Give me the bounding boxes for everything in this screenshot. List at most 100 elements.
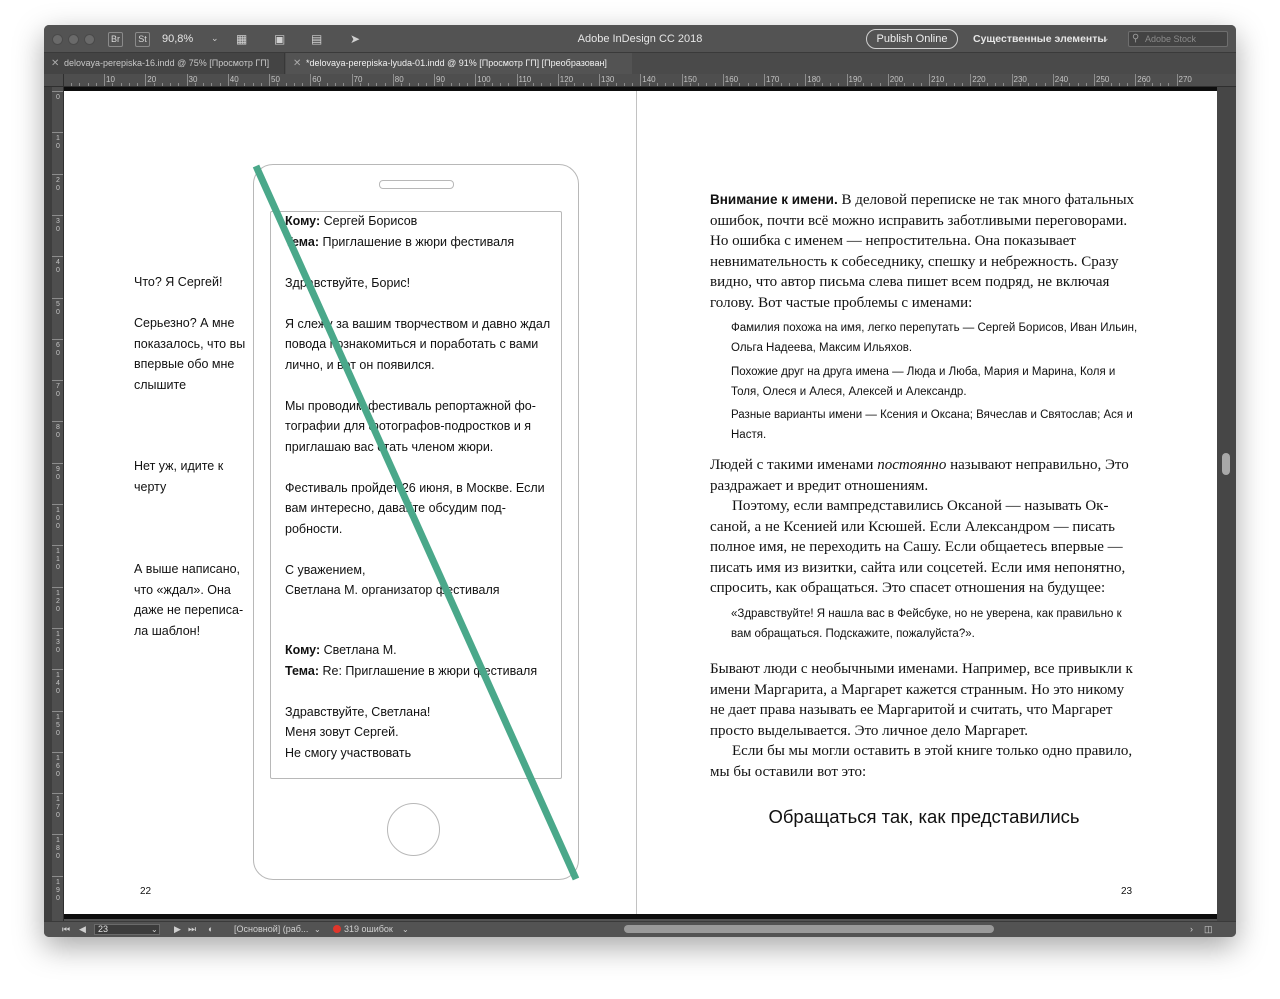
- email-signature: С уважением,: [285, 562, 366, 577]
- ruler-label: 90: [436, 75, 445, 84]
- subject-label: Тема:: [285, 234, 319, 249]
- email-paragraph: Я слежу за вашим творчеством и давно жда…: [285, 316, 551, 372]
- ruler-label: 60: [312, 75, 322, 84]
- ruler-tick: [434, 74, 435, 86]
- ruler-tick: [681, 74, 683, 86]
- list-item[interactable]: Похожие друг на друга имена — Люда и Люб…: [731, 363, 1139, 402]
- paragraph-body[interactable]: Людей с такими именами постоянно называю…: [710, 455, 1138, 599]
- vertical-ruler[interactable]: 0 10 20 30 40 50 60 70 80 90 100 110 120 130 140 150 160…: [52, 87, 64, 921]
- ruler-tick: [1052, 74, 1054, 86]
- preflight-icon[interactable]: ◐: [208, 922, 213, 937]
- ruler-label: 70: [353, 75, 363, 84]
- ruler-tick: [52, 627, 63, 629]
- ruler-label: 30: [188, 75, 198, 84]
- next-page-icon[interactable]: ▶: [174, 922, 181, 937]
- ruler-tick: [52, 751, 63, 753]
- scroll-right-icon[interactable]: ›: [1190, 922, 1193, 937]
- master-page-label[interactable]: [Основной] (раб...: [234, 922, 308, 937]
- preflight-errors[interactable]: 319 ошибок: [333, 922, 393, 937]
- last-page-icon[interactable]: ⏭: [188, 922, 196, 937]
- chevron-down-icon[interactable]: ⌄: [314, 922, 321, 937]
- ruler-tick: [186, 74, 188, 86]
- paragraph-body[interactable]: Бывают люди с необычными именами. Наприм…: [710, 659, 1138, 782]
- scrollbar-thumb[interactable]: [1222, 453, 1230, 475]
- tab-document-2[interactable]: ✕ *delovaya-perepiska-lyuda-01.indd @ 91…: [286, 53, 632, 74]
- ruler-tick: [52, 380, 63, 382]
- vertical-scrollbar[interactable]: [1217, 87, 1236, 921]
- side-note[interactable]: Серьезно? А мне показалось, что вы вперв…: [134, 313, 264, 395]
- ruler-tick: [1011, 74, 1013, 86]
- ruler-tick: [52, 256, 63, 258]
- ruler-label: 80: [56, 424, 60, 440]
- chevron-down-icon[interactable]: ⌄: [151, 922, 158, 937]
- page-number-right: 23: [1121, 886, 1133, 897]
- ruler-tick: [1135, 74, 1137, 86]
- ruler-corner[interactable]: [44, 74, 64, 87]
- ruler-tick: [764, 74, 765, 86]
- publish-online-button[interactable]: Publish Online: [866, 29, 958, 49]
- main-rule[interactable]: Обращаться так, как представились: [710, 806, 1138, 828]
- ruler-tick: [805, 74, 807, 86]
- ruler-tick: [929, 74, 930, 86]
- email-line: Не смогу участвовать: [285, 745, 412, 760]
- paragraph-text: Если бы мы могли оставить в этой книге т…: [710, 743, 1133, 780]
- workspace-switcher[interactable]: Существенные элементы: [973, 25, 1106, 53]
- ruler-label: 160: [56, 754, 60, 778]
- spread[interactable]: Что? Я Сергей! Серьезно? А мне показалос…: [64, 87, 1217, 919]
- page-number-left: 22: [140, 886, 152, 897]
- ruler-label: 190: [56, 878, 60, 902]
- list-item[interactable]: Фамилия похожа на имя, легко перепутать …: [731, 319, 1139, 358]
- ruler-label: 30: [56, 217, 60, 233]
- email-signature: Светлана М. организатор фестиваля: [285, 583, 500, 597]
- paragraph-text: Людей с такими именами: [710, 457, 878, 473]
- ruler-tick: [52, 586, 63, 588]
- ruler-tick: [310, 74, 312, 86]
- split-view-icon[interactable]: ◫: [1204, 922, 1213, 937]
- document-tabs: ✕ delovaya-perepiska-16.indd @ 75% [Прос…: [44, 53, 1236, 74]
- ruler-tick: [599, 74, 600, 86]
- close-icon[interactable]: ✕: [51, 53, 59, 74]
- ruler-label: 170: [56, 796, 60, 820]
- error-dot-icon: [333, 925, 341, 933]
- emphasis-text: постоянно: [877, 457, 947, 473]
- side-note[interactable]: Нет уж, идите к черту: [134, 456, 234, 497]
- stock-search-placeholder: Adobe Stock: [1145, 34, 1197, 44]
- subject-value: Re: Приглашение в жюри фестиваля: [319, 663, 538, 678]
- search-icon: ⚲: [1132, 33, 1140, 44]
- ruler-tick: [351, 74, 353, 86]
- subject-label: Тема:: [285, 663, 319, 678]
- quote-example[interactable]: «Здравствуйте! Я нашла вас в Фейсбуке, н…: [731, 605, 1139, 644]
- paragraph-text: Поэтому, если вампредставились Оксаной —…: [710, 498, 1126, 596]
- ruler-tick: [970, 74, 972, 86]
- email-line: Меня зовут Сергей.: [285, 725, 399, 739]
- stock-search-input[interactable]: Adobe Stock: [1128, 31, 1228, 47]
- side-note[interactable]: Что? Я Сергей!: [134, 272, 264, 293]
- previous-page-icon[interactable]: ◀: [79, 922, 86, 937]
- close-icon[interactable]: ✕: [293, 53, 301, 74]
- horizontal-scrollbar-thumb[interactable]: [624, 925, 994, 933]
- ruler-label: 50: [271, 75, 280, 84]
- horizontal-ruler[interactable]: 10 20 30 40 50 60 70 80 90 100 110 120 130 140 150 160 1…: [64, 74, 1236, 87]
- tab-document-1[interactable]: ✕ delovaya-perepiska-16.indd @ 75% [Прос…: [44, 53, 285, 74]
- ruler-edge: [44, 87, 52, 921]
- ruler-tick: [557, 74, 559, 86]
- list-item[interactable]: Разные варианты имени — Ксения и Оксана;…: [731, 406, 1139, 445]
- pasteboard-edge: [64, 914, 1217, 919]
- spread-spine: [636, 91, 637, 914]
- ruler-tick: [52, 338, 63, 340]
- side-note[interactable]: А выше написано, что «ждал». Она даже не…: [134, 559, 252, 641]
- ruler-tick: [52, 710, 63, 712]
- email-incoming[interactable]: Кому: Сергей Борисов Тема: Приглашение в…: [285, 211, 555, 601]
- chevron-down-icon[interactable]: ⌄: [402, 922, 409, 937]
- ruler-tick: [640, 74, 642, 86]
- paragraph-intro[interactable]: Внимание к имени. В деловой переписке не…: [710, 190, 1138, 313]
- email-reply[interactable]: Кому: Светлана М. Тема: Re: Приглашение …: [285, 640, 555, 763]
- section-heading: Внимание к имени.: [710, 192, 838, 207]
- first-page-icon[interactable]: ⏮: [62, 922, 70, 937]
- ruler-tick: [392, 74, 394, 86]
- chevron-down-icon[interactable]: ⌄: [1102, 31, 1110, 47]
- ruler-tick: [269, 74, 270, 86]
- ruler-tick: [52, 793, 63, 795]
- email-paragraph: Фестиваль пройдет 26 июня, в Москве. Есл…: [285, 480, 545, 536]
- ruler-tick: [52, 173, 63, 175]
